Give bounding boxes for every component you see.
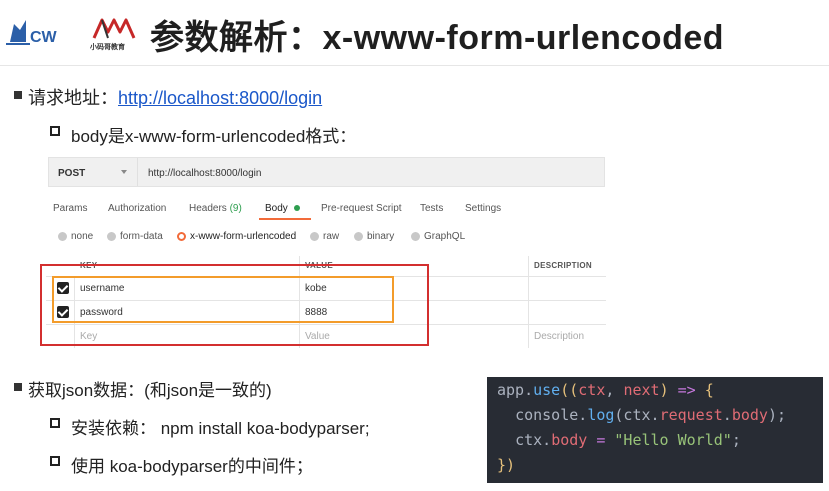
tab-body-label: Body [265,203,288,214]
page-title: 参数解析：x-www-form-urlencoded [150,19,725,57]
radio-binary-label: binary [367,231,395,242]
radio-x-www-form-urlencoded[interactable]: x-www-form-urlencoded [177,231,296,242]
radio-icon [354,231,363,241]
tab-pre-request-script[interactable]: Pre-request Script [321,203,402,214]
column-description: DESCRIPTION [534,261,592,270]
radio-form-data[interactable]: form-data [107,231,163,242]
description-placeholder[interactable]: Description [534,331,584,342]
tab-headers-label: Headers [189,203,227,214]
radio-graphql[interactable]: GraphQL [411,231,465,242]
radio-raw-label: raw [323,231,340,242]
tab-params[interactable]: Params [53,203,87,214]
radio-icon [411,231,420,241]
radio-raw[interactable]: raw [310,231,339,242]
tab-tests[interactable]: Tests [420,203,443,214]
request-url-link[interactable]: http://localhost:8000/login [118,88,322,108]
brand-name-text: CW [30,29,58,46]
radio-none[interactable]: none [58,231,93,242]
method-label: POST [58,168,86,179]
brand-cn-text: 小码哥教育 [90,44,125,51]
tab-authorization[interactable]: Authorization [108,203,166,214]
tab-body-underline [259,218,311,220]
request-tabs: Params Authorization Headers (9) Body Pr… [46,196,606,222]
tab-settings[interactable]: Settings [465,203,501,214]
code-line-4: }) [497,456,516,474]
radio-form-data-label: form-data [120,231,163,242]
headers-count-badge: (9) [229,203,242,214]
radio-icon [310,231,319,241]
request-url-label: 请求地址： [28,88,118,108]
radio-binary[interactable]: binary [354,231,394,242]
column-divider [528,256,529,348]
bullet-square-icon [14,91,22,99]
radio-urlencoded-label: x-www-form-urlencoded [190,231,297,242]
get-json-text: 获取json数据：(和json是一致的) [28,381,272,400]
radio-icon [58,231,67,241]
code-line-1: app.use((ctx, next) => { [497,381,714,399]
body-active-dot-icon [293,205,300,212]
url-bar: POST http://localhost:8000/login [48,157,605,187]
install-dep-text: 安装依赖： npm install koa-bodyparser; [71,419,370,438]
hollow-square-icon [50,456,60,466]
radio-icon [107,231,116,241]
orange-highlight-box [52,276,394,323]
method-select[interactable]: POST [49,158,138,186]
code-block: app.use((ctx, next) => { console.log(ctx… [487,377,823,483]
hollow-square-icon [50,126,60,136]
code-line-2: console.log(ctx.request.body); [515,406,786,424]
url-input[interactable]: http://localhost:8000/login [148,168,261,179]
code-line-3: ctx.body = "Hello World"; [515,431,741,449]
tab-body[interactable]: Body [265,203,300,214]
hollow-square-icon [50,418,60,428]
tab-headers[interactable]: Headers (9) [189,203,242,214]
radio-none-label: none [71,231,94,242]
header-divider [0,65,829,66]
chevron-down-icon [121,170,127,174]
radio-selected-icon [177,231,186,241]
radio-graphql-label: GraphQL [424,231,466,242]
body-format-text: body是x-www-form-urlencoded格式： [71,127,357,146]
use-middleware-text: 使用 koa-bodyparser的中间件； [71,457,313,476]
bullet-square-icon [14,383,22,391]
body-type-options: none form-data x-www-form-urlencoded raw… [46,228,606,246]
codewhy-logo-icon: CW [6,20,58,46]
brand-logo: CW 小码哥教育 [4,14,144,54]
